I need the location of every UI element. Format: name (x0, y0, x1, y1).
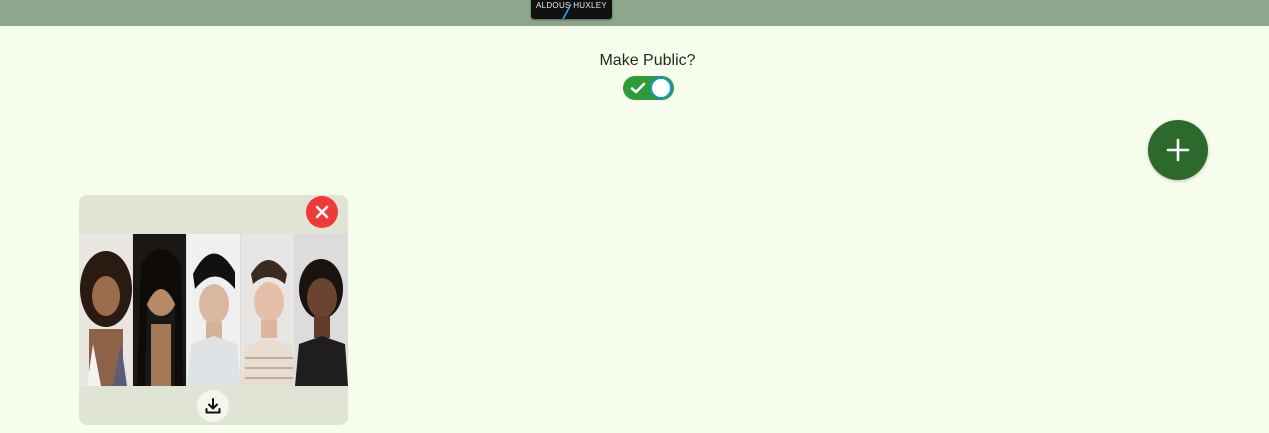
portrait-5 (295, 234, 348, 386)
download-image-button[interactable] (197, 390, 229, 422)
portrait-1 (79, 234, 133, 386)
book-cover-accent-icon (562, 3, 572, 19)
portrait-2 (133, 234, 187, 386)
toggle-knob (650, 77, 672, 99)
portrait-4 (241, 234, 295, 386)
image-preview[interactable] (79, 234, 348, 386)
book-cover-thumbnail[interactable]: ALDOUS HUXLEY (531, 0, 612, 19)
delete-image-button[interactable] (306, 196, 338, 228)
add-button[interactable] (1148, 120, 1208, 180)
download-icon (205, 398, 221, 414)
portrait-3 (187, 234, 241, 386)
image-card (79, 195, 348, 425)
check-icon (630, 82, 646, 94)
close-icon (315, 205, 329, 219)
make-public-label: Make Public? (599, 52, 696, 69)
top-bar (0, 0, 1269, 26)
plus-icon (1166, 138, 1190, 162)
make-public-toggle[interactable] (623, 76, 674, 100)
